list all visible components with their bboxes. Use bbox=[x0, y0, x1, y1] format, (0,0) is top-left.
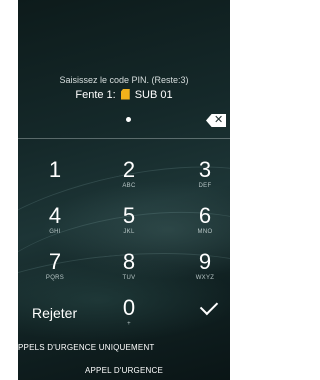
emergency-only-status: PPELS D'URGENCE UNIQUEMENT bbox=[18, 343, 155, 352]
key-digit: 8 bbox=[122, 249, 136, 274]
key-9[interactable]: 9 WXYZ bbox=[170, 250, 230, 294]
sim-card-icon bbox=[120, 88, 130, 100]
checkmark-icon[interactable] bbox=[199, 296, 219, 316]
sim-slot-label: Fente 1: bbox=[75, 89, 116, 101]
key-5[interactable]: 5 JKL bbox=[94, 204, 164, 248]
key-digit: 7 bbox=[48, 249, 62, 274]
key-digit: 5 bbox=[122, 203, 136, 228]
key-0[interactable]: 0 + bbox=[94, 296, 164, 340]
key-letters: ABC bbox=[122, 183, 136, 189]
pin-entry-field[interactable]: ✕ bbox=[18, 110, 230, 132]
emergency-call-button[interactable]: APPEL D'URGENCE bbox=[18, 366, 230, 375]
key-7[interactable]: 7 PQRS bbox=[20, 250, 90, 294]
key-digit: 0 bbox=[122, 295, 136, 320]
pin-header: Saisissez le code PIN. (Reste:3) Fente 1… bbox=[18, 74, 230, 102]
key-digit: 2 bbox=[122, 157, 136, 182]
key-letters: DEF bbox=[198, 183, 212, 189]
pin-unlock-screen: Saisissez le code PIN. (Reste:3) Fente 1… bbox=[18, 0, 230, 380]
key-digit: 3 bbox=[198, 157, 212, 182]
key-3[interactable]: 3 DEF bbox=[170, 158, 230, 202]
divider bbox=[18, 138, 230, 139]
key-letters: JKL bbox=[123, 229, 135, 235]
key-letters: GHI bbox=[49, 229, 61, 235]
key-4[interactable]: 4 GHI bbox=[20, 204, 90, 248]
key-8[interactable]: 8 TUV bbox=[94, 250, 164, 294]
key-1[interactable]: 1 bbox=[20, 158, 90, 202]
key-letters: WXYZ bbox=[195, 275, 215, 281]
sim-slot-info: Fente 1: SUB 01 bbox=[18, 88, 230, 102]
pin-dot bbox=[126, 117, 131, 122]
key-digit: 9 bbox=[198, 249, 212, 274]
key-letters: MNO bbox=[197, 229, 213, 235]
key-6[interactable]: 6 MNO bbox=[170, 204, 230, 248]
key-letters: PQRS bbox=[45, 275, 65, 281]
key-digit: 1 bbox=[48, 157, 62, 182]
sim-slot-name: SUB 01 bbox=[134, 89, 173, 101]
pin-prompt: Saisissez le code PIN. (Reste:3) bbox=[59, 75, 189, 85]
backspace-icon[interactable]: ✕ bbox=[206, 114, 226, 127]
key-letters: TUV bbox=[122, 275, 136, 281]
key-digit: 6 bbox=[198, 203, 212, 228]
key-2[interactable]: 2 ABC bbox=[94, 158, 164, 202]
key-digit: 4 bbox=[48, 203, 62, 228]
key-letters: + bbox=[127, 321, 131, 327]
reject-button[interactable]: Rejeter bbox=[32, 305, 77, 321]
